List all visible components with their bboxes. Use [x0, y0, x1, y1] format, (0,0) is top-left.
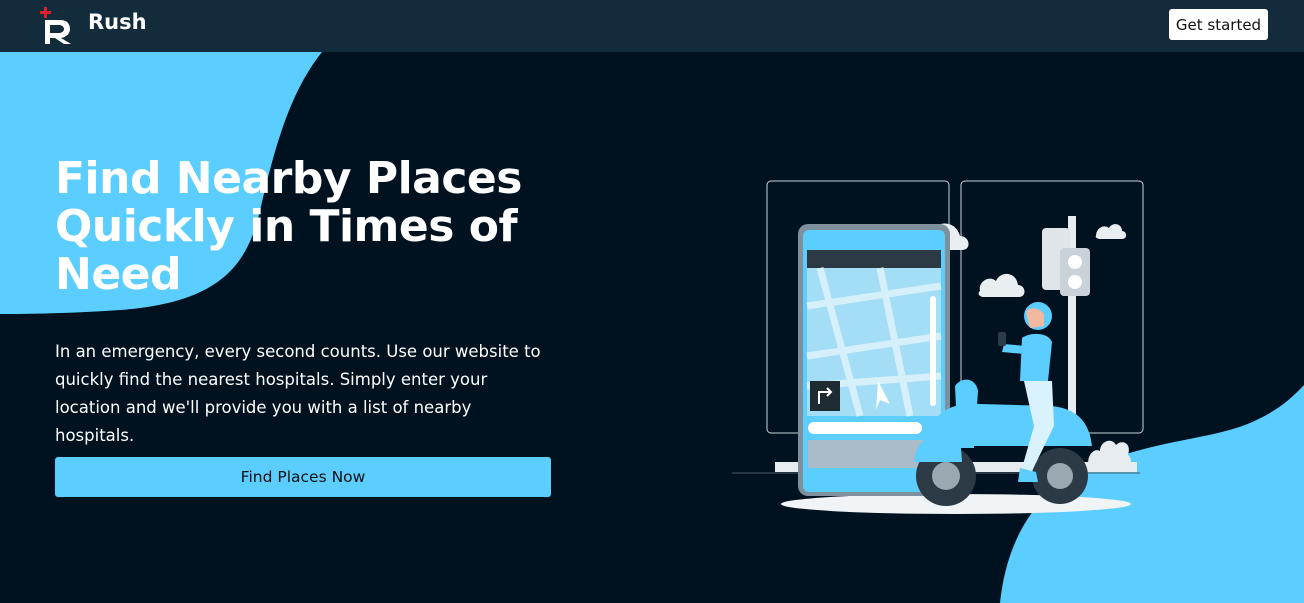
hero-description: In an emergency, every second counts. Us… — [55, 342, 541, 445]
get-started-button[interactable]: Get started — [1169, 9, 1268, 40]
person-on-scooter-illustration — [732, 180, 1144, 514]
brand-name[interactable]: Rush — [88, 10, 147, 34]
find-places-button[interactable]: Find Places Now — [55, 457, 551, 497]
hero-title: Find Nearby Places Quickly in Times of N… — [55, 153, 522, 300]
rush-logo-icon[interactable] — [40, 4, 76, 46]
navbar: Rush Get started — [0, 0, 1304, 52]
